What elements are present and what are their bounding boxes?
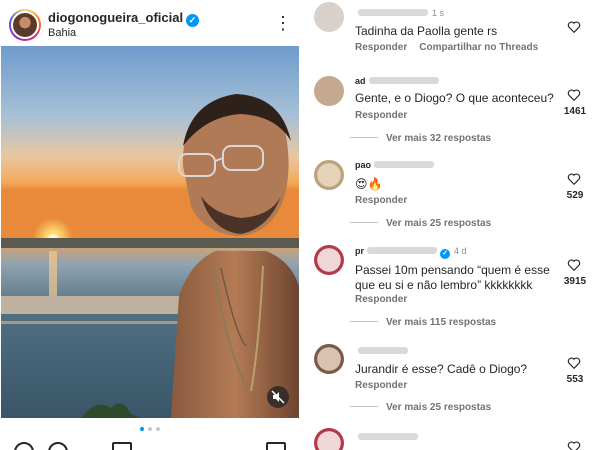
share-icon[interactable]: [112, 442, 132, 450]
comment-username-text[interactable]: pr: [355, 246, 364, 256]
replies-divider: [350, 137, 378, 138]
like-count: 3915: [563, 276, 587, 287]
like-count: 553: [566, 374, 584, 385]
view-replies-text[interactable]: Ver mais 32 respostas: [386, 133, 491, 144]
more-options-icon[interactable]: ⋮: [274, 14, 292, 34]
view-replies-text[interactable]: Ver mais 25 respostas: [386, 402, 491, 413]
view-replies-button[interactable]: Ver mais 25 respostas: [350, 402, 491, 413]
avatar[interactable]: [11, 11, 39, 39]
comment-text: Tadinha da Paolla gente rs: [355, 24, 498, 38]
heart-icon[interactable]: [567, 440, 581, 450]
heart-icon[interactable]: [567, 258, 581, 272]
comment-actions: Responder: [355, 294, 407, 305]
comment-avatar[interactable]: [314, 160, 344, 190]
comment-username[interactable]: 1 s: [355, 8, 444, 18]
post-username[interactable]: diogonogueira_oficial ✓: [48, 10, 200, 27]
share-threads-button[interactable]: Compartilhar no Threads: [419, 42, 538, 53]
redacted-username: [368, 77, 439, 84]
comment-avatar[interactable]: [314, 344, 344, 374]
carousel-dot: [148, 427, 152, 431]
comment-text: Gente, e o Diogo? O que aconteceu?: [355, 91, 554, 105]
carousel-dot: [140, 427, 144, 431]
post-location[interactable]: Bahia: [48, 27, 76, 39]
heart-icon[interactable]: [567, 88, 581, 102]
comment-icon[interactable]: [48, 442, 68, 450]
comment-text-line2: que eu si e não lembro” kkkkkkkk: [355, 278, 533, 292]
comment-text: Jurandir é esse? Cadê o Diogo?: [355, 362, 528, 376]
comment-avatar[interactable]: [314, 428, 344, 450]
like-icon[interactable]: [14, 442, 34, 450]
post-action-bar: [0, 440, 300, 450]
redacted-username: [358, 9, 428, 16]
instagram-post: diogonogueira_oficial ✓ Bahia ⋮: [0, 0, 300, 450]
heart-icon[interactable]: [567, 356, 581, 370]
sunset-photo: [1, 46, 299, 418]
redacted-username: [374, 161, 435, 168]
post-header: diogonogueira_oficial ✓ Bahia ⋮: [0, 0, 300, 46]
post-photo[interactable]: [1, 46, 299, 418]
redacted-username: [358, 347, 408, 354]
comment-avatar[interactable]: [314, 76, 344, 106]
replies-divider: [350, 222, 378, 223]
comment-actions: Responder: [355, 195, 407, 206]
verified-badge-icon: ✓: [440, 249, 450, 259]
redacted-username: [367, 247, 437, 254]
reply-button[interactable]: Responder: [355, 380, 407, 391]
comment-actions: Responder: [355, 110, 407, 121]
view-replies-button[interactable]: Ver mais 25 respostas: [350, 218, 491, 229]
comment-username-text[interactable]: ad: [355, 76, 366, 86]
comment-username[interactable]: ad: [355, 76, 439, 86]
reply-button[interactable]: Responder: [355, 195, 407, 206]
reply-button[interactable]: Responder: [355, 110, 407, 121]
like-count: 529: [566, 190, 584, 201]
like-count: 1461: [563, 106, 587, 117]
view-replies-button[interactable]: Ver mais 115 respostas: [350, 317, 496, 328]
comments-panel: 1 s Tadinha da Paolla gente rs Responder…: [310, 0, 600, 450]
comment-actions: Responder: [355, 380, 407, 391]
heart-icon[interactable]: [567, 20, 581, 34]
comment-avatar[interactable]: [314, 2, 344, 32]
panel-divider: [300, 0, 310, 450]
comment-username[interactable]: pr ✓ 4 d: [355, 246, 467, 259]
carousel-indicator: [138, 427, 162, 433]
comment-username[interactable]: [355, 432, 418, 442]
replies-divider: [350, 321, 378, 322]
carousel-dot: [156, 427, 160, 431]
comment-time: 4 d: [454, 246, 467, 256]
reply-button[interactable]: Responder: [355, 294, 407, 305]
view-replies-text[interactable]: Ver mais 115 respostas: [386, 317, 496, 328]
comment-username[interactable]: pao: [355, 160, 435, 170]
heart-icon[interactable]: [567, 172, 581, 186]
comment-time: 1 s: [432, 8, 445, 18]
username-text[interactable]: diogonogueira_oficial: [48, 10, 183, 25]
replies-divider: [350, 406, 378, 407]
comment-text: 😍🔥: [355, 177, 383, 191]
save-icon[interactable]: [266, 442, 286, 450]
profile-avatar-ring[interactable]: [9, 9, 41, 41]
reply-button[interactable]: Responder: [355, 42, 407, 53]
comment-username-text[interactable]: pao: [355, 160, 371, 170]
mute-icon[interactable]: [267, 386, 289, 408]
comment-avatar[interactable]: [314, 245, 344, 275]
comment-actions: Responder Compartilhar no Threads: [355, 42, 538, 53]
verified-badge-icon: ✓: [186, 14, 200, 27]
view-replies-button[interactable]: Ver mais 32 respostas: [350, 133, 491, 144]
comment-username[interactable]: [355, 346, 408, 356]
redacted-username: [358, 433, 418, 440]
view-replies-text[interactable]: Ver mais 25 respostas: [386, 218, 491, 229]
comment-text-line1: Passei 10m pensando “quem é esse: [355, 263, 550, 277]
